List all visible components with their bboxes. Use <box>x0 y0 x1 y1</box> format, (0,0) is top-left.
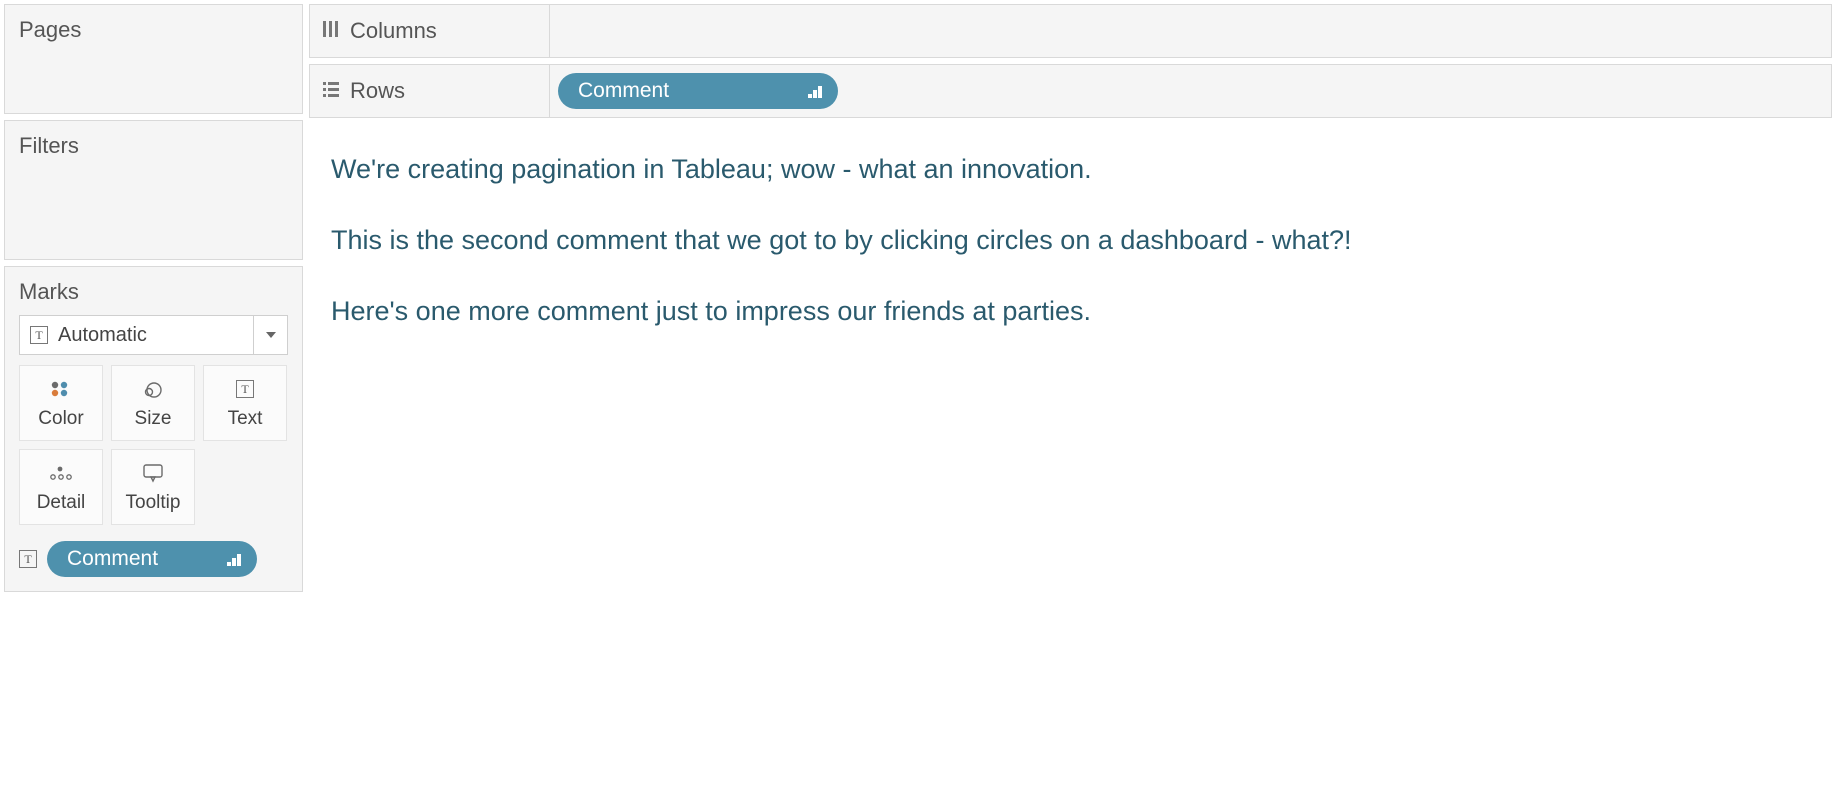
columns-shelf[interactable]: Columns <box>309 4 1832 58</box>
text-icon: T <box>30 326 48 344</box>
detail-icon <box>49 460 73 486</box>
marks-text-label: Text <box>228 408 263 430</box>
marks-card: Marks T Automatic <box>4 266 303 592</box>
marks-detail-button[interactable]: Detail <box>19 449 103 525</box>
filters-title: Filters <box>5 121 302 167</box>
viz-row[interactable]: We're creating pagination in Tableau; wo… <box>331 152 1810 187</box>
mark-type-select[interactable]: T Automatic <box>19 315 288 355</box>
size-icon <box>141 376 165 402</box>
marks-tooltip-button[interactable]: Tooltip <box>111 449 195 525</box>
marks-text-pill[interactable]: Comment <box>47 541 257 577</box>
rows-icon <box>322 80 340 103</box>
marks-title: Marks <box>5 267 302 315</box>
marks-tooltip-label: Tooltip <box>126 492 181 514</box>
marks-color-label: Color <box>38 408 83 430</box>
marks-text-pill-label: Comment <box>67 547 158 571</box>
color-icon <box>50 376 72 402</box>
marks-color-button[interactable]: Color <box>19 365 103 441</box>
rows-pill[interactable]: Comment <box>558 73 838 109</box>
rows-shelf[interactable]: Rows Comment <box>309 64 1832 118</box>
filters-shelf[interactable]: Filters <box>4 120 303 260</box>
sort-icon <box>808 84 824 98</box>
viz-row[interactable]: Here's one more comment just to impress … <box>331 294 1810 329</box>
pages-title: Pages <box>5 5 302 51</box>
text-icon: T <box>19 550 37 568</box>
mark-type-label: Automatic <box>58 324 147 347</box>
columns-label: Columns <box>350 18 437 44</box>
pages-shelf[interactable]: Pages <box>4 4 303 114</box>
viz-area[interactable]: We're creating pagination in Tableau; wo… <box>309 124 1832 798</box>
chevron-down-icon <box>253 316 287 354</box>
columns-icon <box>322 20 340 43</box>
rows-pill-label: Comment <box>578 79 669 103</box>
marks-size-button[interactable]: Size <box>111 365 195 441</box>
text-icon: T <box>236 376 254 402</box>
rows-label: Rows <box>350 78 405 104</box>
sort-icon <box>227 552 243 566</box>
marks-detail-label: Detail <box>37 492 86 514</box>
marks-text-button[interactable]: T Text <box>203 365 287 441</box>
marks-size-label: Size <box>135 408 172 430</box>
tooltip-icon <box>141 460 165 486</box>
viz-row[interactable]: This is the second comment that we got t… <box>331 223 1810 258</box>
